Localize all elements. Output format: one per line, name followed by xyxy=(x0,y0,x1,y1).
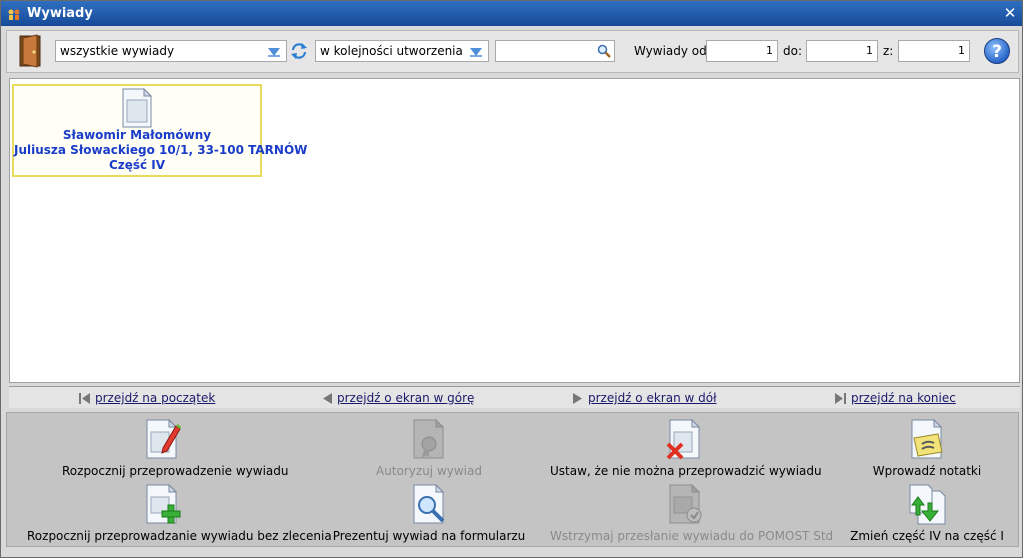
interviews-list[interactable]: Sławomir Małomówny Juliusza Słowackiego … xyxy=(9,78,1020,383)
cannot-conduct-label: Ustaw, że nie można przeprowadzić wywiad… xyxy=(550,464,822,478)
change-part-button[interactable]: Zmień część IV na część I xyxy=(847,483,1007,543)
filter-value: wszystkie wywiady xyxy=(60,44,175,58)
present-on-form-label: Prezentuj wywiad na formularzu xyxy=(332,529,526,543)
window-title: Wywiady xyxy=(27,6,93,21)
interview-card[interactable]: Sławomir Małomówny Juliusza Słowackiego … xyxy=(12,84,308,177)
sort-combo[interactable]: w kolejności utworzenia xyxy=(315,40,489,62)
search-input[interactable] xyxy=(499,42,594,60)
authorize-interview-label: Autoryzuj wywiad xyxy=(376,464,482,478)
interviews-window: Wywiady ✕ wszystkie wywiady w kolejności… xyxy=(0,0,1023,558)
start-interview-label: Rozpocznij przeprowadzenie wywiadu xyxy=(62,464,289,478)
nav-down-label: przejdź o ekran w dół xyxy=(588,391,717,405)
nav-up-link[interactable]: przejdź o ekran w górę xyxy=(322,391,474,405)
interviews-from-field[interactable]: 1 xyxy=(706,40,778,62)
filter-combo[interactable]: wszystkie wywiady xyxy=(55,40,307,62)
door-exit-icon[interactable] xyxy=(17,34,45,68)
authorize-interview-button[interactable]: Autoryzuj wywiad xyxy=(329,418,529,478)
document-swap-icon xyxy=(909,484,946,525)
interviews-of-label: z: xyxy=(883,44,894,58)
hold-transfer-label: Wstrzymaj przesłanie wywiadu do POMOST S… xyxy=(550,529,834,543)
document-icon xyxy=(122,88,153,128)
navigation-bar: przejdź na początek przejdź o ekran w gó… xyxy=(9,386,1020,408)
nav-last-link[interactable]: przejdź na koniec xyxy=(835,391,956,405)
interview-part: Część IV xyxy=(108,158,166,172)
start-without-order-button[interactable]: Rozpocznij przeprowadzanie wywiadu bez z… xyxy=(27,483,332,543)
interviews-of-field[interactable]: 1 xyxy=(898,40,970,62)
present-on-form-button[interactable]: Prezentuj wywiad na formularzu xyxy=(329,483,529,543)
enter-notes-label: Wprowadź notatki xyxy=(872,464,982,478)
refresh-icon[interactable] xyxy=(290,42,308,60)
interview-name: Sławomir Małomówny xyxy=(62,128,212,142)
title-bar[interactable]: Wywiady ✕ xyxy=(1,1,1022,26)
notes-icon xyxy=(911,418,943,459)
start-interview-button[interactable]: Rozpocznij przeprowadzenie wywiadu xyxy=(62,418,289,478)
skip-to-start-icon xyxy=(79,392,90,404)
arrow-left-icon xyxy=(323,392,332,404)
interviews-from-label: Wywiady od: xyxy=(634,44,711,58)
chevron-down-icon[interactable] xyxy=(470,47,482,57)
nav-first-link[interactable]: przejdź na początek xyxy=(79,391,215,405)
document-add-icon xyxy=(146,483,181,524)
help-button[interactable]: ? xyxy=(984,38,1010,64)
actions-panel: Rozpocznij przeprowadzenie wywiadu Autor… xyxy=(6,412,1019,547)
app-icon xyxy=(8,9,20,20)
interviews-to-label: do: xyxy=(783,44,803,58)
hold-transfer-button[interactable]: Wstrzymaj przesłanie wywiadu do POMOST S… xyxy=(550,483,834,543)
interviews-to-field[interactable]: 1 xyxy=(806,40,878,62)
cannot-conduct-button[interactable]: Ustaw, że nie można przeprowadzić wywiad… xyxy=(550,418,822,478)
search-icon[interactable] xyxy=(597,44,611,58)
toolbar: wszystkie wywiady w kolejności utworzeni… xyxy=(6,30,1019,73)
document-preview-icon xyxy=(413,483,445,524)
sort-value: w kolejności utworzenia xyxy=(320,44,463,58)
interview-address: Juliusza Słowackiego 10/1, 33-100 TARNÓW xyxy=(14,143,308,157)
start-without-order-label: Rozpocznij przeprowadzanie wywiadu bez z… xyxy=(27,529,332,543)
search-field[interactable] xyxy=(495,40,615,62)
change-part-label: Zmień część IV na część I xyxy=(850,529,1004,543)
document-edit-icon xyxy=(146,418,181,459)
nav-down-link[interactable]: przejdź o ekran w dół xyxy=(573,391,717,405)
document-seal-icon xyxy=(413,418,445,459)
document-clock-icon xyxy=(669,483,702,524)
nav-first-label: przejdź na początek xyxy=(95,391,216,405)
arrow-right-icon xyxy=(573,392,582,404)
skip-to-end-icon xyxy=(835,392,846,404)
nav-up-label: przejdź o ekran w górę xyxy=(337,391,475,405)
close-icon[interactable]: ✕ xyxy=(1002,5,1018,21)
enter-notes-button[interactable]: Wprowadź notatki xyxy=(847,418,1007,478)
nav-last-label: przejdź na koniec xyxy=(851,391,956,405)
document-cancel-icon xyxy=(666,418,701,460)
chevron-down-icon[interactable] xyxy=(268,47,280,57)
